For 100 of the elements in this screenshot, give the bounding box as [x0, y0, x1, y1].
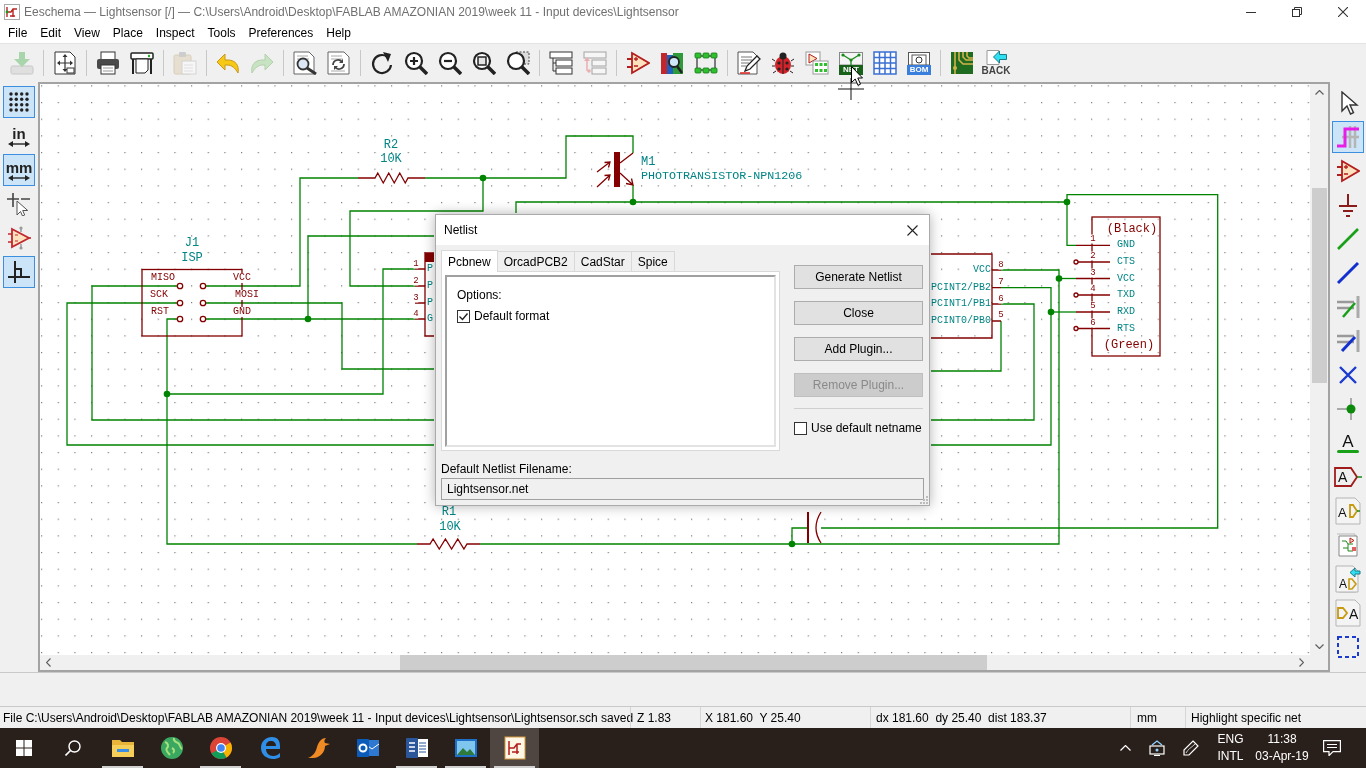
pin-name: RST: [151, 307, 169, 317]
back-button[interactable]: BACK: [979, 45, 1013, 81]
ground-symbol-icon: [1336, 193, 1360, 217]
menu-item[interactable]: Inspect: [149, 25, 201, 42]
zoom-in-icon[interactable]: [404, 51, 428, 75]
mm-units-button[interactable]: mm: [3, 154, 35, 186]
wire-angle-button[interactable]: [3, 256, 35, 288]
menu-item[interactable]: Preferences: [242, 25, 320, 42]
pen-icon[interactable]: [1183, 740, 1199, 756]
amplifier-symbol-icon[interactable]: [626, 51, 650, 75]
minimize-icon[interactable]: [1246, 11, 1256, 13]
menu-item[interactable]: Tools: [201, 25, 242, 42]
resistor-symbol: [416, 537, 481, 551]
hierarchical-label-button[interactable]: A: [1332, 495, 1364, 527]
pin-number: 4: [413, 309, 419, 318]
menu-item[interactable]: Edit: [34, 25, 68, 42]
pin-name: TXD: [1117, 290, 1135, 300]
bus-line-icon: [1336, 261, 1360, 285]
net-lines-icon: [839, 51, 863, 65]
document-search-icon[interactable]: [293, 51, 317, 75]
dialog-tab[interactable]: Pcbnew: [441, 250, 498, 272]
pin-number: 3: [413, 293, 419, 302]
status-text: Z 1.83: [637, 711, 672, 724]
pin-name: G: [427, 314, 433, 324]
dialog-button[interactable]: Close: [794, 301, 923, 325]
scrollbar-thumb[interactable]: [1311, 188, 1327, 383]
restore-icon[interactable]: [1292, 7, 1302, 17]
menu-item[interactable]: Place: [106, 25, 149, 42]
page-arrows-icon[interactable]: [53, 51, 77, 75]
document-refresh-icon[interactable]: [327, 51, 351, 75]
pin-name: VCC: [973, 265, 991, 275]
zoom-out-icon[interactable]: [438, 51, 462, 75]
zoom-selection-icon[interactable]: [506, 51, 530, 75]
pin-number: 3: [1090, 268, 1096, 277]
dialog-button[interactable]: Add Plugin...: [794, 337, 923, 361]
ladybug-icon[interactable]: [771, 51, 795, 75]
printer-icon[interactable]: [96, 51, 120, 75]
pin-name: MISO: [151, 273, 175, 283]
inch-units-button[interactable]: in: [3, 120, 35, 152]
schematic-app-button[interactable]: [490, 728, 539, 768]
chevron-left-icon[interactable]: [46, 658, 51, 667]
status-text: Highlight specific net: [1191, 711, 1302, 724]
chevron-down-icon[interactable]: [1314, 644, 1324, 649]
status-text: mm: [1137, 711, 1157, 724]
net-label-button[interactable]: A: [1332, 427, 1364, 459]
dialog-tab[interactable]: Spice: [630, 251, 675, 271]
checkbox-label[interactable]: Default format: [474, 309, 550, 323]
plotter-icon[interactable]: [130, 51, 154, 75]
caret-up-icon[interactable]: [1119, 745, 1131, 751]
symbol-footprint-icon[interactable]: [805, 51, 829, 75]
document-pencil-icon[interactable]: [737, 51, 761, 75]
chevron-up-icon[interactable]: [1314, 90, 1324, 95]
keyboard-layout-label[interactable]: INTL: [1217, 748, 1244, 765]
tag-outline-icon: [1334, 467, 1362, 487]
right-angle-icon: [7, 260, 31, 284]
bird-icon: [306, 736, 331, 760]
close-icon[interactable]: [1338, 7, 1348, 17]
language-label[interactable]: ENG: [1217, 731, 1244, 748]
table-grid-icon[interactable]: [873, 51, 897, 75]
footprint-pads-icon[interactable]: [694, 51, 718, 75]
value-label: ISP: [181, 252, 203, 264]
clock-date[interactable]: 03-Apr-19: [1255, 748, 1309, 765]
search-icon[interactable]: [65, 740, 81, 756]
pin-name: RXD: [1117, 307, 1135, 317]
menu-item[interactable]: Help: [320, 25, 357, 42]
books-magnifier-icon[interactable]: [660, 51, 684, 75]
reference-label: R2: [383, 139, 399, 151]
pin-name: MOSI: [235, 290, 259, 300]
clock-time[interactable]: 11:38: [1267, 731, 1297, 748]
close-icon[interactable]: [907, 224, 918, 236]
grid-toggle-button[interactable]: [3, 86, 35, 118]
menu-item[interactable]: View: [68, 25, 106, 42]
filename-field[interactable]: Lightsensor.net: [441, 478, 924, 500]
notification-icon[interactable]: [1323, 740, 1341, 756]
zoom-fit-icon[interactable]: [472, 51, 496, 75]
sheet-pin-button[interactable]: A: [1332, 597, 1364, 629]
windows-logo-icon[interactable]: [16, 740, 32, 756]
bom-button[interactable]: BOM: [902, 45, 936, 81]
value-label: 10K: [380, 153, 402, 165]
mail-app-icon: [355, 736, 380, 760]
checkbox-label[interactable]: Use default netname: [811, 421, 922, 435]
pin-number: 2: [1090, 251, 1096, 261]
scrollbar-thumb[interactable]: [400, 655, 987, 670]
menu-item[interactable]: File: [2, 25, 34, 42]
checkbox[interactable]: [457, 309, 470, 323]
import-sheet-pin-button[interactable]: A: [1332, 563, 1364, 595]
stacked-rows-icon[interactable]: [549, 51, 573, 75]
dot-grid-icon: [8, 91, 30, 113]
checkbox[interactable]: [794, 421, 807, 435]
network-monitor-icon[interactable]: [1148, 740, 1166, 756]
resize-grip-icon[interactable]: [920, 496, 928, 504]
chevron-right-icon[interactable]: [1299, 658, 1304, 667]
pin-number: 6: [1090, 318, 1096, 327]
pin-name: SCK: [150, 290, 168, 300]
global-label-button[interactable]: A: [1332, 461, 1364, 493]
picture-frame-icon: [453, 736, 478, 760]
dialog-button[interactable]: Generate Netlist: [794, 265, 923, 289]
refresh-icon[interactable]: [370, 51, 394, 75]
pcb-traces-icon[interactable]: [950, 51, 974, 75]
pin-name: GND: [233, 307, 251, 317]
